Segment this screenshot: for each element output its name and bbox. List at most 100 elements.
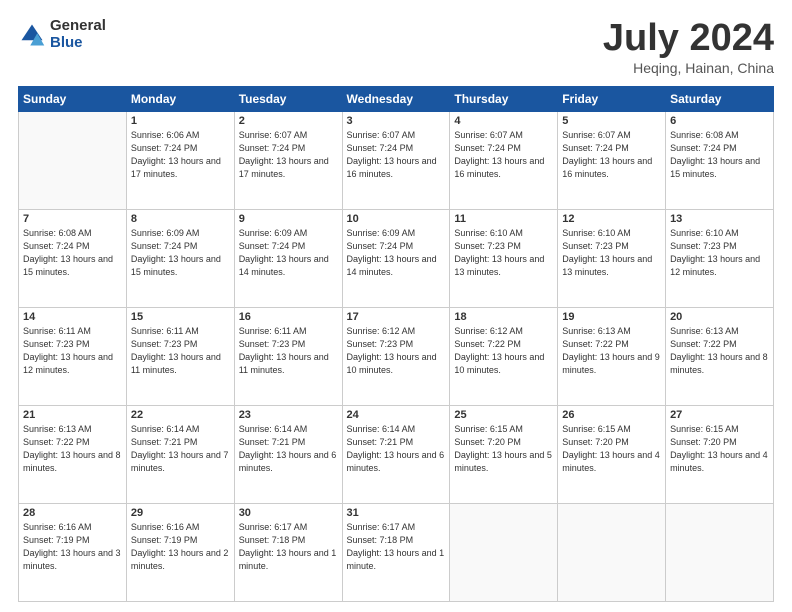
- day-number: 28: [23, 507, 122, 519]
- day-info: Sunrise: 6:17 AMSunset: 7:18 PMDaylight:…: [239, 521, 338, 573]
- day-info: Sunrise: 6:08 AMSunset: 7:24 PMDaylight:…: [670, 129, 769, 181]
- calendar-cell: 18Sunrise: 6:12 AMSunset: 7:22 PMDayligh…: [450, 307, 558, 405]
- day-info: Sunrise: 6:15 AMSunset: 7:20 PMDaylight:…: [670, 423, 769, 475]
- day-info: Sunrise: 6:14 AMSunset: 7:21 PMDaylight:…: [239, 423, 338, 475]
- logo-general: General: [50, 18, 106, 35]
- day-number: 11: [454, 213, 553, 225]
- subtitle: Heqing, Hainan, China: [603, 60, 774, 76]
- day-info: Sunrise: 6:07 AMSunset: 7:24 PMDaylight:…: [562, 129, 661, 181]
- day-info: Sunrise: 6:13 AMSunset: 7:22 PMDaylight:…: [23, 423, 122, 475]
- calendar-header-row: SundayMondayTuesdayWednesdayThursdayFrid…: [19, 86, 774, 111]
- day-info: Sunrise: 6:13 AMSunset: 7:22 PMDaylight:…: [562, 325, 661, 377]
- calendar-week-2: 7Sunrise: 6:08 AMSunset: 7:24 PMDaylight…: [19, 209, 774, 307]
- day-info: Sunrise: 6:13 AMSunset: 7:22 PMDaylight:…: [670, 325, 769, 377]
- day-info: Sunrise: 6:09 AMSunset: 7:24 PMDaylight:…: [239, 227, 338, 279]
- day-number: 22: [131, 409, 230, 421]
- day-number: 6: [670, 115, 769, 127]
- calendar-cell: 3 Sunrise: 6:07 AMSunset: 7:24 PMDaylight…: [342, 111, 450, 209]
- calendar-header-wednesday: Wednesday: [342, 86, 450, 111]
- day-info: Sunrise: 6:11 AMSunset: 7:23 PMDaylight:…: [23, 325, 122, 377]
- calendar-cell: 9 Sunrise: 6:09 AMSunset: 7:24 PMDaylight…: [234, 209, 342, 307]
- day-info: Sunrise: 6:16 AMSunset: 7:19 PMDaylight:…: [131, 521, 230, 573]
- day-number: 14: [23, 311, 122, 323]
- day-info: Sunrise: 6:17 AMSunset: 7:18 PMDaylight:…: [347, 521, 446, 573]
- day-number: 21: [23, 409, 122, 421]
- day-number: 2: [239, 115, 338, 127]
- day-info: Sunrise: 6:15 AMSunset: 7:20 PMDaylight:…: [562, 423, 661, 475]
- day-number: 7: [23, 213, 122, 225]
- calendar-cell: 4Sunrise: 6:07 AMSunset: 7:24 PMDaylight…: [450, 111, 558, 209]
- day-number: 10: [347, 213, 446, 225]
- day-number: 1: [131, 115, 230, 127]
- day-number: 25: [454, 409, 553, 421]
- logo: General Blue: [18, 18, 106, 51]
- day-info: Sunrise: 6:10 AMSunset: 7:23 PMDaylight:…: [562, 227, 661, 279]
- calendar-cell: 1 Sunrise: 6:06 AMSunset: 7:24 PMDaylight…: [126, 111, 234, 209]
- day-number: 27: [670, 409, 769, 421]
- day-info: Sunrise: 6:06 AMSunset: 7:24 PMDaylight:…: [131, 129, 230, 181]
- calendar-cell: [666, 503, 774, 601]
- calendar-header-tuesday: Tuesday: [234, 86, 342, 111]
- calendar-cell: 8Sunrise: 6:09 AMSunset: 7:24 PMDaylight…: [126, 209, 234, 307]
- calendar-cell: 17 Sunrise: 6:12 AMSunset: 7:23 PMDayligh…: [342, 307, 450, 405]
- calendar-week-4: 21 Sunrise: 6:13 AMSunset: 7:22 PMDayligh…: [19, 405, 774, 503]
- day-number: 15: [131, 311, 230, 323]
- calendar-cell: [19, 111, 127, 209]
- day-info: Sunrise: 6:11 AMSunset: 7:23 PMDaylight:…: [239, 325, 338, 377]
- day-number: 29: [131, 507, 230, 519]
- calendar-cell: 26 Sunrise: 6:15 AMSunset: 7:20 PMDayligh…: [558, 405, 666, 503]
- calendar-cell: 6 Sunrise: 6:08 AMSunset: 7:24 PMDaylight…: [666, 111, 774, 209]
- calendar-cell: 12Sunrise: 6:10 AMSunset: 7:23 PMDayligh…: [558, 209, 666, 307]
- day-info: Sunrise: 6:14 AMSunset: 7:21 PMDaylight:…: [347, 423, 446, 475]
- day-info: Sunrise: 6:14 AMSunset: 7:21 PMDaylight:…: [131, 423, 230, 475]
- calendar-table: SundayMondayTuesdayWednesdayThursdayFrid…: [18, 86, 774, 602]
- calendar-cell: 31 Sunrise: 6:17 AMSunset: 7:18 PMDayligh…: [342, 503, 450, 601]
- calendar-cell: [558, 503, 666, 601]
- day-number: 31: [347, 507, 446, 519]
- calendar-cell: 21 Sunrise: 6:13 AMSunset: 7:22 PMDayligh…: [19, 405, 127, 503]
- day-info: Sunrise: 6:09 AMSunset: 7:24 PMDaylight:…: [347, 227, 446, 279]
- calendar-header-saturday: Saturday: [666, 86, 774, 111]
- calendar-cell: 15Sunrise: 6:11 AMSunset: 7:23 PMDayligh…: [126, 307, 234, 405]
- calendar-cell: 23 Sunrise: 6:14 AMSunset: 7:21 PMDayligh…: [234, 405, 342, 503]
- day-number: 9: [239, 213, 338, 225]
- day-number: 8: [131, 213, 230, 225]
- day-number: 18: [454, 311, 553, 323]
- calendar-cell: 14 Sunrise: 6:11 AMSunset: 7:23 PMDayligh…: [19, 307, 127, 405]
- calendar-header-friday: Friday: [558, 86, 666, 111]
- day-number: 3: [347, 115, 446, 127]
- day-number: 13: [670, 213, 769, 225]
- page: General Blue July 2024 Heqing, Hainan, C…: [0, 0, 792, 612]
- calendar-week-1: 1 Sunrise: 6:06 AMSunset: 7:24 PMDaylight…: [19, 111, 774, 209]
- main-title: July 2024: [603, 18, 774, 60]
- calendar-cell: 27 Sunrise: 6:15 AMSunset: 7:20 PMDayligh…: [666, 405, 774, 503]
- logo-icon: [18, 21, 46, 49]
- calendar-week-3: 14 Sunrise: 6:11 AMSunset: 7:23 PMDayligh…: [19, 307, 774, 405]
- day-info: Sunrise: 6:10 AMSunset: 7:23 PMDaylight:…: [454, 227, 553, 279]
- calendar-cell: 5 Sunrise: 6:07 AMSunset: 7:24 PMDaylight…: [558, 111, 666, 209]
- day-info: Sunrise: 6:15 AMSunset: 7:20 PMDaylight:…: [454, 423, 553, 475]
- day-number: 26: [562, 409, 661, 421]
- calendar-header-sunday: Sunday: [19, 86, 127, 111]
- logo-text: General Blue: [50, 18, 106, 51]
- calendar-cell: 2 Sunrise: 6:07 AMSunset: 7:24 PMDaylight…: [234, 111, 342, 209]
- day-number: 20: [670, 311, 769, 323]
- calendar-cell: 24 Sunrise: 6:14 AMSunset: 7:21 PMDayligh…: [342, 405, 450, 503]
- day-number: 24: [347, 409, 446, 421]
- day-info: Sunrise: 6:07 AMSunset: 7:24 PMDaylight:…: [347, 129, 446, 181]
- calendar-cell: 16 Sunrise: 6:11 AMSunset: 7:23 PMDayligh…: [234, 307, 342, 405]
- day-number: 5: [562, 115, 661, 127]
- day-number: 30: [239, 507, 338, 519]
- day-number: 17: [347, 311, 446, 323]
- day-info: Sunrise: 6:12 AMSunset: 7:23 PMDaylight:…: [347, 325, 446, 377]
- day-info: Sunrise: 6:10 AMSunset: 7:23 PMDaylight:…: [670, 227, 769, 279]
- calendar-cell: 7Sunrise: 6:08 AMSunset: 7:24 PMDaylight…: [19, 209, 127, 307]
- calendar-cell: 30 Sunrise: 6:17 AMSunset: 7:18 PMDayligh…: [234, 503, 342, 601]
- day-number: 16: [239, 311, 338, 323]
- calendar-cell: [450, 503, 558, 601]
- calendar-cell: 13 Sunrise: 6:10 AMSunset: 7:23 PMDayligh…: [666, 209, 774, 307]
- calendar-cell: 20 Sunrise: 6:13 AMSunset: 7:22 PMDayligh…: [666, 307, 774, 405]
- day-info: Sunrise: 6:07 AMSunset: 7:24 PMDaylight:…: [239, 129, 338, 181]
- header: General Blue July 2024 Heqing, Hainan, C…: [18, 18, 774, 76]
- day-number: 23: [239, 409, 338, 421]
